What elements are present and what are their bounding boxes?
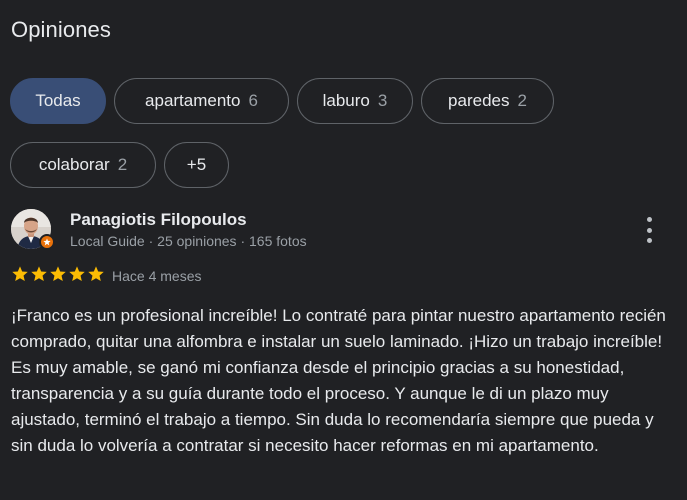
filter-chip-label: laburo (322, 91, 370, 110)
rating-stars (11, 265, 105, 283)
star-icon (12, 266, 28, 282)
review-author[interactable]: Panagiotis Filopoulos (70, 210, 247, 230)
review-time: Hace 4 meses (112, 268, 202, 284)
filter-chip-label: Todas (35, 91, 81, 110)
more-vert-icon[interactable] (637, 217, 661, 243)
local-guide-badge-icon (39, 234, 55, 250)
filter-chip-label: apartamento (145, 91, 241, 110)
star-icon (50, 266, 66, 282)
filter-chip-paredes[interactable]: paredes 2 (421, 78, 554, 124)
filter-chip-more[interactable]: +5 (164, 142, 229, 188)
review-author-meta: Local Guide · 25 opiniones · 165 fotos (70, 233, 307, 249)
filter-chip-laburo[interactable]: laburo 3 (297, 78, 413, 124)
filter-chip-label: colaborar (38, 155, 110, 174)
star-icon (69, 266, 85, 282)
section-title: Opiniones (11, 17, 111, 42)
reviews-panel: Opiniones Todas apartamento 6 laburo 3 par… (0, 0, 687, 500)
star-icon (31, 266, 47, 282)
filter-chip-colaborar[interactable]: colaborar 2 (10, 142, 156, 188)
filter-chip-count: 2 (517, 91, 527, 110)
filter-chip-label: paredes (448, 91, 510, 110)
filter-chip-apartamento[interactable]: apartamento 6 (114, 78, 289, 124)
filter-chip-label: +5 (186, 155, 207, 174)
filter-chip-todas[interactable]: Todas (10, 78, 106, 124)
review-text: ¡Franco es un profesional increíble! Lo … (11, 306, 666, 455)
filter-chip-count: 3 (377, 91, 388, 110)
filter-chip-count: 6 (248, 91, 258, 110)
filter-chip-count: 2 (117, 155, 128, 174)
star-icon (88, 266, 104, 282)
